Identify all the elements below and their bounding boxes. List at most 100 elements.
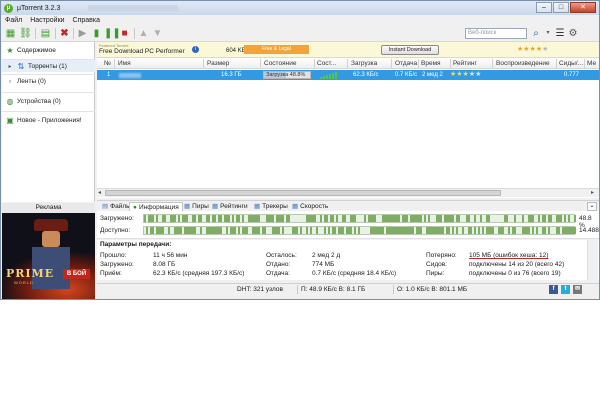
col-health[interactable]: Сост... xyxy=(317,60,336,67)
seeds-value: подключены 14 из 20 (всего 42) xyxy=(469,261,565,268)
horizontal-scrollbar[interactable]: ◂ ▸ xyxy=(97,188,599,197)
health-bars-icon xyxy=(320,71,338,79)
play-icon[interactable]: ▶ xyxy=(76,27,89,40)
title-bar: µ µTorrent 3.2.3 – □ ✕ xyxy=(1,1,599,15)
torrent-status: Загрузка 48.8% xyxy=(266,72,306,78)
feedback-icon[interactable]: ✉ xyxy=(573,285,582,294)
torrent-up-speed: 0.7 КБ/с xyxy=(395,72,418,78)
torrent-progress-bar: Загрузка 48.8% xyxy=(263,71,311,79)
torrent-ratio: 0.777 xyxy=(564,72,580,78)
apps-icon: ▣ xyxy=(6,115,14,125)
col-status[interactable]: Состояние xyxy=(264,60,296,67)
window-title: µTorrent 3.2.3 xyxy=(17,4,61,12)
maximize-button[interactable]: □ xyxy=(553,2,569,13)
add-url-icon[interactable]: ⛓ xyxy=(19,27,32,40)
torrent-rating-stars[interactable]: ★★★★★ xyxy=(450,70,481,78)
col-more[interactable]: Ме xyxy=(587,60,596,67)
available-value: 14.488 xyxy=(579,227,599,234)
free-legal-badge: Free & Legal xyxy=(244,45,309,54)
expand-arrow-icon: ▸ xyxy=(8,63,12,70)
column-divider xyxy=(450,59,451,68)
pieces-panel: Загружено: 48.8 % Доступно: 14.488 xyxy=(97,211,599,239)
menu-file[interactable]: Файл xyxy=(1,17,26,24)
add-torrent-icon[interactable]: ▦ xyxy=(4,27,17,40)
dht-status: DHT: 321 узлов xyxy=(237,286,283,293)
seeds-label: Сидов: xyxy=(426,261,447,268)
col-seeds-ratio[interactable]: Сиды/... xyxy=(559,60,583,67)
stop-icon[interactable]: ■ xyxy=(118,27,131,40)
col-size[interactable]: Размер xyxy=(207,60,229,67)
ad-play-button[interactable]: В БОЙ xyxy=(63,269,90,279)
available-label: Доступно: xyxy=(100,227,131,234)
col-upload[interactable]: Отдача xyxy=(395,60,417,67)
search-icon[interactable]: ⌕ xyxy=(530,27,542,40)
menu-settings[interactable]: Настройки xyxy=(26,17,68,24)
column-divider xyxy=(418,59,419,68)
start-icon[interactable]: ▮ xyxy=(90,27,103,40)
featured-banner: Featured Torrent Free Download PC Perfor… xyxy=(97,42,599,58)
facebook-icon[interactable]: f xyxy=(549,285,558,294)
status-divider xyxy=(297,285,298,294)
toolbar-separator xyxy=(55,28,56,39)
torrents-icon: ⇅ xyxy=(17,61,25,71)
column-divider xyxy=(391,59,392,68)
sidebar-item-label: Ленты (0) xyxy=(17,77,46,85)
detail-tabs: ▤ Файлы ● Информация ▦ Пиры ▦ Рейтинги ▦ Трек… xyxy=(97,200,599,212)
close-button[interactable]: ✕ xyxy=(570,2,596,13)
col-number[interactable]: № xyxy=(104,60,111,67)
settings-icon[interactable]: ⚙ xyxy=(567,27,579,40)
web-search-input[interactable]: Веб-поиск xyxy=(465,28,527,39)
torrent-list-panel: Featured Torrent Free Download PC Perfor… xyxy=(97,42,599,198)
advertisement[interactable]: PRIME WORLD В БОЙ xyxy=(2,213,95,299)
pause-icon[interactable]: ❚❚ xyxy=(104,27,121,40)
window-controls: – □ ✕ xyxy=(536,2,596,13)
outbound-status: О: 1.0 КБ/с В: 801.1 МБ xyxy=(397,286,468,293)
sidebar-item-torrents[interactable]: ▸ ⇅ Торренты (1) xyxy=(2,60,95,72)
sidebar-item-devices[interactable]: ◍ Устройства (0) xyxy=(2,95,95,107)
remove-icon[interactable]: ✖ xyxy=(58,27,71,40)
sidebar-item-label: Торренты (1) xyxy=(28,62,67,70)
featured-title[interactable]: Free Download PC Performer xyxy=(99,48,185,55)
col-time[interactable]: Время xyxy=(421,60,441,67)
remote-icon[interactable]: ☰ xyxy=(554,27,566,40)
sidebar-item-label: Содержимое xyxy=(17,46,56,54)
vertical-scrollbar[interactable] xyxy=(587,240,598,280)
twitter-icon[interactable]: t xyxy=(561,285,570,294)
utorrent-logo-icon: µ xyxy=(4,3,13,13)
info-icon[interactable]: i xyxy=(192,46,199,53)
scrollbar-thumb[interactable] xyxy=(105,190,501,196)
receive-value: 62.3 КБ/с (средняя 197.3 КБ/с) xyxy=(153,270,245,277)
collapse-panel-icon[interactable]: ⌄ xyxy=(587,202,597,211)
elapsed-label: Прошло: xyxy=(100,252,127,259)
sidebar-item-feeds[interactable]: ▫ Ленты (0) xyxy=(2,75,95,87)
torrent-eta: 2 мед 2 xyxy=(422,72,443,78)
search-dropdown-icon[interactable]: ▾ xyxy=(542,27,554,40)
col-name[interactable]: Имя xyxy=(118,60,131,67)
torrent-number: 1 xyxy=(107,72,111,78)
send-value: 0.7 КБ/с (средняя 18.4 КБ/с) xyxy=(312,270,397,277)
minimize-button[interactable]: – xyxy=(536,2,552,13)
status-divider xyxy=(393,285,394,294)
column-divider xyxy=(203,59,204,68)
move-up-icon[interactable]: ▲ xyxy=(137,27,150,40)
scroll-right-icon[interactable]: ▸ xyxy=(591,189,594,196)
sidebar-divider xyxy=(2,111,95,112)
peers-value: подключены 0 из 76 (всего 19) xyxy=(469,270,561,277)
status-bar: DHT: 321 узлов П: 48.9 КБ/с В: 8.1 ГБ О:… xyxy=(97,283,599,294)
ad-character-hat xyxy=(34,219,68,231)
torrent-row[interactable]: 1 16.3 ГБ Загрузка 48.8% 62.3 КБ/с 0.7 К… xyxy=(97,70,599,80)
column-divider xyxy=(114,59,115,68)
scroll-left-icon[interactable]: ◂ xyxy=(98,189,101,196)
col-rating[interactable]: Рейтинг xyxy=(453,60,477,67)
col-download[interactable]: Загрузка xyxy=(351,60,377,67)
instant-download-button[interactable]: Instant Download xyxy=(381,45,439,55)
torrent-size: 16.3 ГБ xyxy=(221,72,242,78)
col-playback[interactable]: Воспроизведение xyxy=(496,60,550,67)
menu-bar: Файл Настройки Справка xyxy=(1,15,599,25)
sidebar-item-apps[interactable]: ▣ Новое - Приложения! xyxy=(2,114,95,126)
move-down-icon[interactable]: ▼ xyxy=(151,27,164,40)
sidebar-item-content[interactable]: ★ Содержимое xyxy=(2,44,95,56)
create-torrent-icon[interactable]: ▤ xyxy=(39,27,52,40)
menu-help[interactable]: Справка xyxy=(69,17,104,24)
column-divider xyxy=(584,59,585,68)
